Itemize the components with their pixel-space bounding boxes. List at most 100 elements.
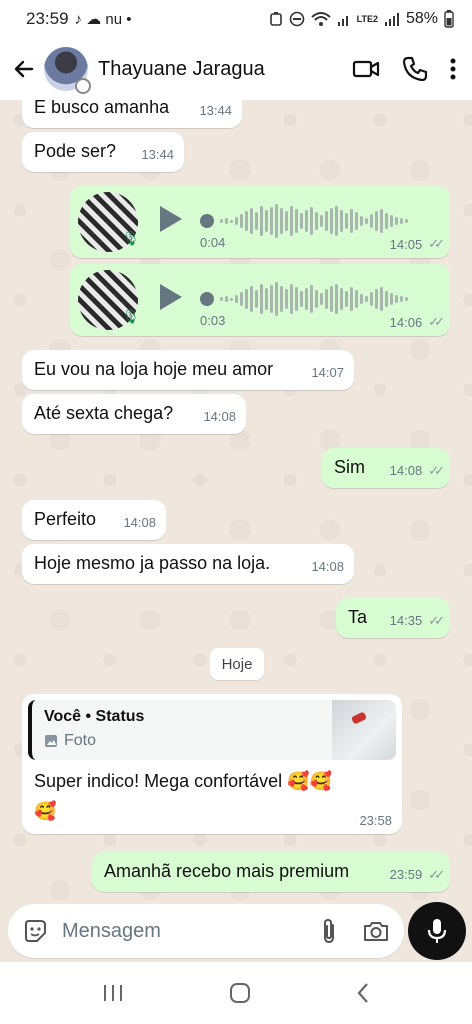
message-text: Até sexta chega?	[34, 403, 174, 423]
message-incoming[interactable]: Hoje mesmo ja passo na loja. 14:08	[22, 544, 354, 584]
message-text: Eu vou na loja hoje meu amor	[34, 359, 274, 379]
waveform-bar	[355, 212, 358, 230]
status-right: LTE2 58%	[269, 10, 454, 28]
attach-icon[interactable]	[318, 917, 340, 945]
back-button[interactable]	[4, 49, 44, 89]
time-text: 14:08	[389, 463, 423, 478]
home-icon[interactable]	[229, 982, 251, 1004]
status-left: 23:59 ♪ ☁ nu •	[26, 9, 132, 29]
waveform-bar	[290, 284, 293, 314]
system-nav-bar	[0, 962, 472, 1024]
waveform-bar	[325, 289, 328, 309]
recent-apps-icon[interactable]	[102, 983, 124, 1003]
voice-message[interactable]: 🎙 0:04 14:05 ✓✓	[70, 186, 450, 258]
waveform-bar	[220, 297, 223, 301]
message-incoming[interactable]: Pode ser? 13:44	[22, 132, 184, 172]
message-input[interactable]	[62, 919, 318, 943]
waveform-bar	[265, 288, 268, 310]
quoted-status[interactable]: Você • Status Foto	[28, 700, 396, 760]
waveform-bar	[305, 288, 308, 310]
waveform-bar	[385, 213, 388, 229]
waveform-bar	[315, 212, 318, 230]
sticker-icon[interactable]	[22, 918, 48, 944]
message-outgoing[interactable]: Ta 14:35 ✓✓	[336, 598, 450, 638]
waveform-bar	[255, 290, 258, 308]
waveform-bar	[245, 289, 248, 309]
playback-slider[interactable]	[200, 214, 214, 228]
waveform-bar	[335, 284, 338, 314]
message-incoming[interactable]: E busco amanha 13:44	[22, 100, 242, 128]
waveform-bar	[380, 209, 383, 233]
waveform-bar	[405, 297, 408, 301]
waveform-bar	[300, 291, 303, 307]
waveform-bar	[245, 211, 248, 231]
camera-icon[interactable]	[362, 919, 390, 943]
microphone-icon	[427, 919, 447, 943]
waveform-bar	[285, 211, 288, 231]
quote-type: Foto	[44, 732, 96, 750]
time-text: 14:05	[389, 236, 423, 252]
reply-message[interactable]: Você • Status Foto Super indico! Mega co…	[22, 694, 402, 834]
waveform-bar	[375, 289, 378, 309]
message-incoming[interactable]: Até sexta chega? 14:08	[22, 394, 246, 434]
video-call-icon[interactable]	[352, 58, 380, 80]
waveform-bar	[345, 291, 348, 307]
waveform-bar	[260, 206, 263, 236]
waveform-bar	[385, 291, 388, 307]
waveform-bar	[350, 287, 353, 311]
message-outgoing[interactable]: Amanhã recebo mais premium 23:59 ✓✓	[92, 852, 450, 892]
waveform-bar	[295, 287, 298, 311]
phone-call-icon[interactable]	[402, 56, 428, 82]
more-options-icon[interactable]	[450, 57, 456, 81]
quote-author: Você • Status	[44, 708, 145, 725]
waveform-bar	[230, 297, 233, 301]
chat-area[interactable]: E busco amanha 13:44 Pode ser? 13:44 🎙 0…	[0, 100, 472, 900]
waveform-bar	[380, 287, 383, 311]
waveform-bar	[340, 288, 343, 310]
waveform-bar	[275, 204, 278, 238]
waveform-bar	[230, 219, 233, 223]
message-incoming[interactable]: Perfeito 14:08	[22, 500, 166, 540]
clock: 23:59	[26, 9, 69, 28]
chat-header: Thayuane Jaragua	[0, 38, 472, 100]
contact-name[interactable]: Thayuane Jaragua	[98, 58, 352, 81]
waveform-bar	[340, 210, 343, 232]
photo-icon	[45, 735, 57, 747]
message-text: Hoje mesmo ja passo na loja.	[34, 553, 271, 573]
mic-icon: 🎙	[122, 230, 140, 246]
waveform-bar	[275, 282, 278, 316]
contact-avatar[interactable]	[44, 47, 91, 94]
waveform-bar	[375, 211, 378, 231]
message-outgoing[interactable]: Sim 14:08 ✓✓	[322, 448, 450, 488]
message-time: 13:44	[199, 103, 232, 118]
voice-record-button[interactable]	[408, 902, 466, 960]
header-actions	[352, 56, 456, 82]
waveform-bar	[320, 215, 323, 227]
playback-slider[interactable]	[200, 292, 214, 306]
time-text: 14:35	[389, 613, 423, 628]
message-text: Ta	[348, 607, 368, 627]
voice-message[interactable]: 🎙 0:03 14:06 ✓✓	[70, 264, 450, 336]
waveform-bar	[350, 209, 353, 233]
read-ticks-icon: ✓✓	[428, 867, 445, 882]
waveform-bar	[255, 212, 258, 230]
wifi-icon	[310, 12, 331, 26]
waveform-bar	[265, 210, 268, 232]
waveform-bar	[270, 207, 273, 235]
play-button[interactable]	[160, 206, 182, 232]
message-time: 14:07	[311, 365, 344, 380]
back-nav-icon[interactable]	[356, 982, 370, 1004]
message-incoming[interactable]: Eu vou na loja hoje meu amor 14:07	[22, 350, 354, 390]
signal-icon-2	[384, 13, 399, 26]
read-ticks-icon: ✓✓	[428, 463, 445, 478]
message-time: 14:08	[203, 409, 236, 424]
waveform-bar	[225, 296, 228, 302]
status-thumbnail	[332, 700, 396, 760]
waveform-bar	[370, 292, 373, 306]
waveform-bar	[335, 206, 338, 236]
message-time: 14:08	[123, 515, 156, 530]
waveform-bar	[305, 210, 308, 232]
play-button[interactable]	[160, 284, 182, 310]
waveform-bar	[240, 292, 243, 306]
message-text: E busco amanha	[34, 100, 170, 117]
